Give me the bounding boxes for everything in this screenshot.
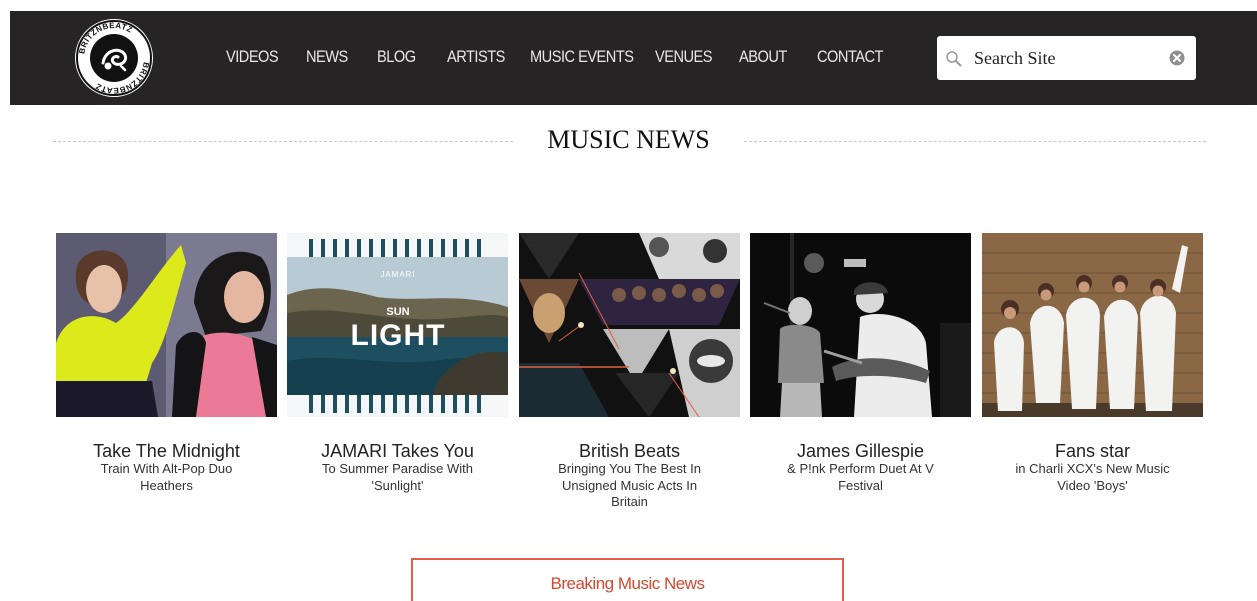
heading-divider-left bbox=[53, 141, 513, 142]
nav-about[interactable]: ABOUT bbox=[739, 46, 787, 68]
article-title[interactable]: British Beats bbox=[519, 441, 740, 461]
article-thumbnail[interactable] bbox=[56, 233, 277, 417]
image-sun-text: SUN bbox=[386, 306, 409, 318]
top-navbar: BRITZNBEATZ BRITZNBEATZ VIDEOS NEWS BLOG… bbox=[10, 11, 1257, 105]
image-artist-text: JAMARI bbox=[380, 270, 415, 279]
article-thumbnail[interactable] bbox=[982, 233, 1203, 417]
article-thumbnail[interactable]: JAMARI SUN LIGHT bbox=[287, 233, 508, 417]
nav-artists[interactable]: ARTISTS bbox=[447, 46, 505, 68]
search-icon[interactable] bbox=[945, 50, 963, 68]
nav-contact[interactable]: CONTACT bbox=[817, 46, 883, 68]
site-logo[interactable]: BRITZNBEATZ BRITZNBEATZ bbox=[75, 19, 153, 97]
logo-emblem: BRITZNBEATZ BRITZNBEATZ bbox=[76, 20, 152, 96]
article-title[interactable]: Fans star bbox=[982, 441, 1203, 461]
article-title[interactable]: James Gillespie bbox=[750, 441, 971, 461]
nav-news[interactable]: NEWS bbox=[306, 46, 348, 68]
search-input[interactable] bbox=[974, 44, 1154, 72]
section-title: MUSIC NEWS bbox=[547, 125, 710, 154]
article-title[interactable]: Take The Midnight bbox=[56, 441, 277, 461]
breaking-news-label: Breaking Music News bbox=[550, 574, 705, 593]
search-box bbox=[937, 36, 1196, 80]
image-light-text: LIGHT bbox=[351, 319, 446, 352]
article-card-4[interactable]: James Gillespie & P!nk Perform Duet At V… bbox=[750, 233, 971, 494]
article-subtitle: Bringing You The Best In Unsigned Music … bbox=[558, 461, 701, 509]
article-card-5[interactable]: Fans star in Charli XCX's New Music Vide… bbox=[982, 233, 1203, 494]
article-card-1[interactable]: Take The Midnight Train With Alt-Pop Duo… bbox=[56, 233, 277, 494]
article-thumbnail[interactable] bbox=[750, 233, 971, 417]
article-thumbnail[interactable] bbox=[519, 233, 740, 417]
article-card-2[interactable]: JAMARI SUN LIGHT JAMARI Takes You To Sum… bbox=[287, 233, 508, 494]
breaking-news-button[interactable]: Breaking Music News bbox=[411, 558, 844, 601]
article-subtitle: in Charli XCX's New Music Video 'Boys' bbox=[1015, 461, 1170, 493]
heading-divider-right bbox=[744, 141, 1206, 142]
article-subtitle: Train With Alt-Pop Duo Heathers bbox=[100, 461, 233, 493]
nav-blog[interactable]: BLOG bbox=[377, 46, 416, 68]
nav-music-events[interactable]: MUSIC EVENTS bbox=[530, 46, 634, 68]
article-title[interactable]: JAMARI Takes You bbox=[287, 441, 508, 461]
clear-icon[interactable] bbox=[1169, 50, 1185, 66]
nav-videos[interactable]: VIDEOS bbox=[226, 46, 279, 68]
article-card-3[interactable]: British Beats Bringing You The Best In U… bbox=[519, 233, 740, 511]
article-subtitle: To Summer Paradise With 'Sunlight' bbox=[322, 461, 473, 493]
article-subtitle: & P!nk Perform Duet At V Festival bbox=[787, 461, 934, 493]
nav-venues[interactable]: VENUES bbox=[655, 46, 713, 68]
